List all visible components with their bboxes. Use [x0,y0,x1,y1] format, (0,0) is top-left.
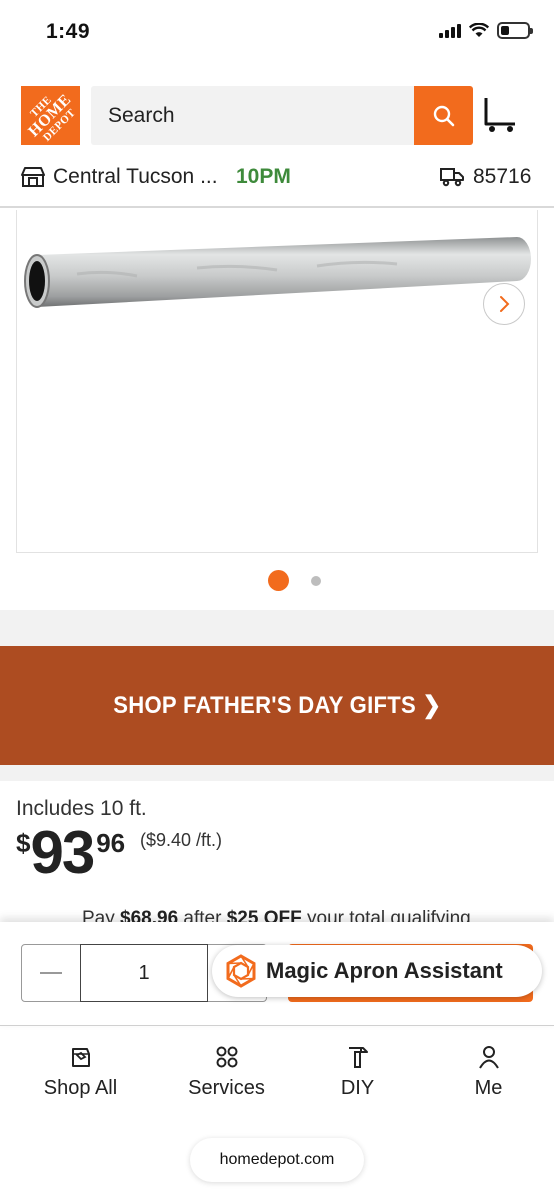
delivery-truck-icon [440,168,464,187]
status-icons [439,22,533,39]
me-icon [478,1046,499,1069]
cart-icon[interactable] [483,96,519,134]
shop-all-icon [71,1048,90,1067]
store-icon [21,167,45,187]
pagination-dot[interactable] [311,576,321,586]
section-divider [0,765,554,781]
nav-services[interactable]: Services [161,1027,292,1117]
quantity-decrease-button[interactable] [22,945,80,1001]
store-name[interactable]: Central Tucson ... [53,165,218,189]
magic-apron-assistant-button[interactable]: Magic Apron Assistant [212,945,542,997]
price-currency: $ [16,828,31,858]
section-divider [0,610,554,646]
battery-icon [497,22,533,39]
minus-icon [40,972,62,974]
chevron-right-icon [500,296,510,312]
search-icon [433,105,454,126]
unit-price: ($9.40 /ft.) [140,830,223,850]
price-cents: 96 [96,828,126,858]
bottom-navigation: Shop All Services DIY Me [0,1027,554,1117]
magic-apron-icon [226,954,256,988]
search-input[interactable] [91,86,414,145]
gallery-pagination [0,570,554,592]
status-time: 1:49 [46,20,91,43]
fathers-day-promo-banner[interactable]: SHOP FATHER'S DAY GIFTS ❯ [0,646,554,765]
quantity-input[interactable] [80,944,208,1002]
search-button[interactable] [414,86,473,145]
signal-icon [439,23,461,38]
product-image-pipe [24,237,531,308]
assistant-label: Magic Apron Assistant [266,958,503,983]
nav-diy[interactable]: DIY [292,1027,423,1117]
battery-level [501,26,509,35]
search-box[interactable] [91,86,414,145]
price-whole: 93 [30,819,95,886]
delivery-zip[interactable]: 85716 [473,165,531,189]
gallery-next-button[interactable] [483,283,525,325]
nav-shop-all[interactable]: Shop All [0,1027,161,1117]
diy-hammer-icon [348,1047,368,1068]
nav-label: Me [474,1077,503,1099]
pagination-dot-active[interactable] [268,570,289,591]
services-icon [216,1046,237,1068]
product-price: $ 93 96 [16,822,125,884]
nav-label: Shop All [43,1077,118,1099]
store-row[interactable]: Central Tucson ... 10PM 85716 [0,150,554,208]
logo-text: THE HOME DEPOT [25,90,79,144]
home-depot-logo[interactable]: THE HOME DEPOT [21,86,80,145]
nav-me[interactable]: Me [423,1027,554,1117]
product-length: Includes 10 ft. [16,797,147,820]
nav-label: DIY [340,1077,375,1099]
promo-label: SHOP FATHER'S DAY GIFTS ❯ [113,692,441,719]
nav-label: Services [188,1077,265,1099]
product-image-card[interactable] [16,210,538,553]
browser-url-bar[interactable]: homedepot.com [190,1138,364,1182]
status-bar: 1:49 [0,0,554,64]
wifi-icon [469,23,489,37]
store-hours: 10PM [236,165,291,188]
